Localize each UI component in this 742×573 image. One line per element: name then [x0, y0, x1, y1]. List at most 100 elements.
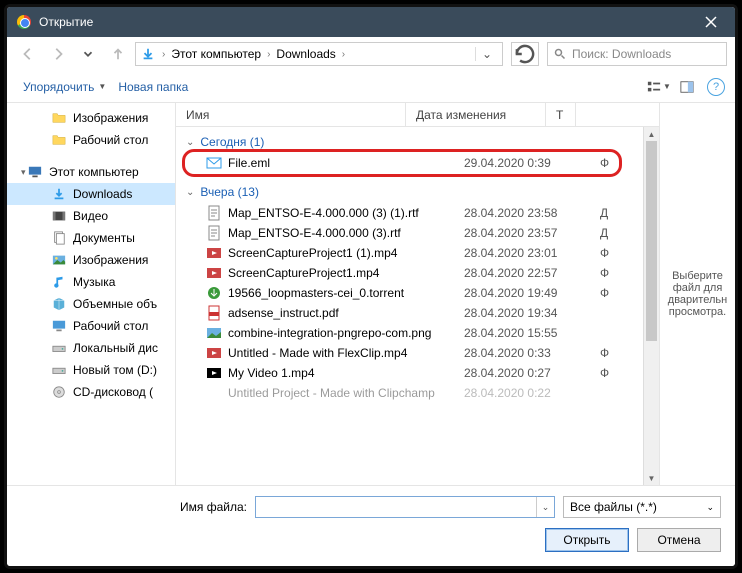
file-area: Имя Дата изменения Т Сегодня (1) File.em…: [176, 103, 659, 485]
back-button[interactable]: [15, 42, 41, 66]
preview-text: Выберите файл для дварительн просмотра.: [666, 270, 729, 318]
preview-pane: Выберите файл для дварительн просмотра.: [659, 103, 735, 485]
sidebar-item-desktop[interactable]: Рабочий стол: [7, 315, 175, 337]
help-button[interactable]: ?: [707, 78, 725, 96]
up-button[interactable]: [105, 42, 131, 66]
file-row[interactable]: Map_ENTSO-E-4.000.000 (3).rtf28.04.2020 …: [184, 223, 651, 243]
sidebar-item-thispc[interactable]: Этот компьютер: [7, 161, 175, 183]
chevron-right-icon: ›: [158, 49, 169, 60]
torrent-icon: [206, 285, 222, 301]
close-icon: [705, 16, 717, 28]
scroll-thumb[interactable]: [646, 141, 657, 341]
sidebar-item-music[interactable]: Музыка: [7, 271, 175, 293]
main-area: Изображения Рабочий стол Этот компьютер …: [7, 103, 735, 485]
sidebar-item-3dobjects[interactable]: Объемные объ: [7, 293, 175, 315]
column-type[interactable]: Т: [546, 103, 576, 126]
chrome-icon: [17, 15, 31, 29]
sidebar-item-desktop-qa[interactable]: Рабочий стол: [7, 129, 175, 151]
breadcrumb-dropdown[interactable]: ⌄: [475, 47, 498, 61]
file-row[interactable]: ScreenCaptureProject1.mp428.04.2020 22:5…: [184, 263, 651, 283]
view-mode-button[interactable]: ▼: [645, 76, 673, 98]
file-row[interactable]: File.eml 29.04.2020 0:39 Ф: [184, 153, 651, 173]
breadcrumb[interactable]: › Этот компьютер › Downloads › ⌄: [135, 42, 503, 66]
refresh-icon: [512, 41, 538, 67]
filename-dropdown[interactable]: ⌄: [536, 497, 554, 517]
chevron-down-icon: ▼: [98, 82, 106, 91]
folder-icon: [51, 132, 67, 148]
crumb-root[interactable]: Этот компьютер: [171, 47, 261, 61]
search-icon: [554, 48, 566, 60]
filename-input[interactable]: ⌄: [255, 496, 555, 518]
monitor-icon: [27, 164, 43, 180]
crumb-folder[interactable]: Downloads: [276, 47, 335, 61]
sidebar-item-downloads[interactable]: Downloads: [7, 183, 175, 205]
video-icon: [206, 245, 222, 261]
bottom-panel: Имя файла: ⌄ Все файлы (*.*) ⌄ Открыть О…: [7, 485, 735, 566]
scrollbar[interactable]: ▲ ▼: [643, 127, 659, 485]
open-file-dialog: Открытие › Этот компьютер › Downloads › …: [7, 7, 735, 566]
search-placeholder: Поиск: Downloads: [572, 47, 671, 61]
desktop-icon: [51, 318, 67, 334]
scroll-up-icon[interactable]: ▲: [644, 127, 659, 141]
column-headers: Имя Дата изменения Т: [176, 103, 659, 127]
chevron-right-icon: ›: [263, 49, 274, 60]
chevron-down-icon: ⌄: [706, 502, 714, 513]
file-row[interactable]: My Video 1.mp428.04.2020 0:27Ф: [184, 363, 651, 383]
column-date[interactable]: Дата изменения: [406, 103, 546, 126]
sidebar-item-documents[interactable]: Документы: [7, 227, 175, 249]
group-today[interactable]: Сегодня (1): [184, 131, 651, 153]
sidebar-item-volume-d[interactable]: Новый том (D:): [7, 359, 175, 381]
window-title: Открытие: [39, 15, 691, 29]
forward-button[interactable]: [45, 42, 71, 66]
pictures-icon: [51, 252, 67, 268]
drive-icon: [51, 362, 67, 378]
pdf-icon: [206, 305, 222, 321]
open-button[interactable]: Открыть: [545, 528, 629, 552]
cancel-button[interactable]: Отмена: [637, 528, 721, 552]
cd-icon: [51, 384, 67, 400]
refresh-button[interactable]: [511, 42, 539, 66]
rtf-icon: [206, 205, 222, 221]
navigation-bar: › Этот компьютер › Downloads › ⌄ Поиск: …: [7, 37, 735, 71]
preview-pane-button[interactable]: [673, 76, 701, 98]
file-list: Сегодня (1) File.eml 29.04.2020 0:39 Ф В…: [176, 127, 659, 485]
video-icon: [206, 345, 222, 361]
recent-button[interactable]: [75, 42, 101, 66]
chevron-right-icon: ›: [338, 49, 349, 60]
cube-icon: [51, 296, 67, 312]
image-icon: [206, 325, 222, 341]
downloads-icon: [51, 186, 67, 202]
filetype-filter[interactable]: Все файлы (*.*) ⌄: [563, 496, 721, 518]
file-row[interactable]: Untitled Project - Made with Clipchamp28…: [184, 383, 651, 403]
file-row[interactable]: adsense_instruct.pdf28.04.2020 19:34: [184, 303, 651, 323]
sidebar-item-pictures[interactable]: Изображения: [7, 249, 175, 271]
group-yesterday[interactable]: Вчера (13): [184, 181, 651, 203]
folder-icon: [51, 110, 67, 126]
scroll-down-icon[interactable]: ▼: [644, 471, 659, 485]
music-icon: [51, 274, 67, 290]
file-row[interactable]: combine-integration-pngrepo-com.png28.04…: [184, 323, 651, 343]
close-button[interactable]: [691, 7, 731, 37]
rtf-icon: [206, 225, 222, 241]
pane-icon: [680, 80, 694, 94]
drive-icon: [51, 340, 67, 356]
new-folder-button[interactable]: Новая папка: [112, 76, 194, 98]
file-row[interactable]: 19566_loopmasters-cei_0.torrent28.04.202…: [184, 283, 651, 303]
file-row[interactable]: Untitled - Made with FlexClip.mp428.04.2…: [184, 343, 651, 363]
video-icon: [206, 365, 222, 381]
video-icon: [206, 385, 222, 401]
sidebar-item-cddrive[interactable]: CD-дисковод (: [7, 381, 175, 403]
column-name[interactable]: Имя: [176, 103, 406, 126]
filename-field[interactable]: [256, 497, 536, 517]
titlebar: Открытие: [7, 7, 735, 37]
organize-button[interactable]: Упорядочить▼: [17, 76, 112, 98]
video-icon: [51, 208, 67, 224]
sidebar-item-videos[interactable]: Видео: [7, 205, 175, 227]
view-icon: [647, 80, 661, 94]
sidebar-item-localdisk[interactable]: Локальный дис: [7, 337, 175, 359]
search-input[interactable]: Поиск: Downloads: [547, 42, 727, 66]
file-row[interactable]: ScreenCaptureProject1 (1).mp428.04.2020 …: [184, 243, 651, 263]
sidebar-item-pictures-qa[interactable]: Изображения: [7, 107, 175, 129]
mail-icon: [206, 155, 222, 171]
file-row[interactable]: Map_ENTSO-E-4.000.000 (3) (1).rtf28.04.2…: [184, 203, 651, 223]
